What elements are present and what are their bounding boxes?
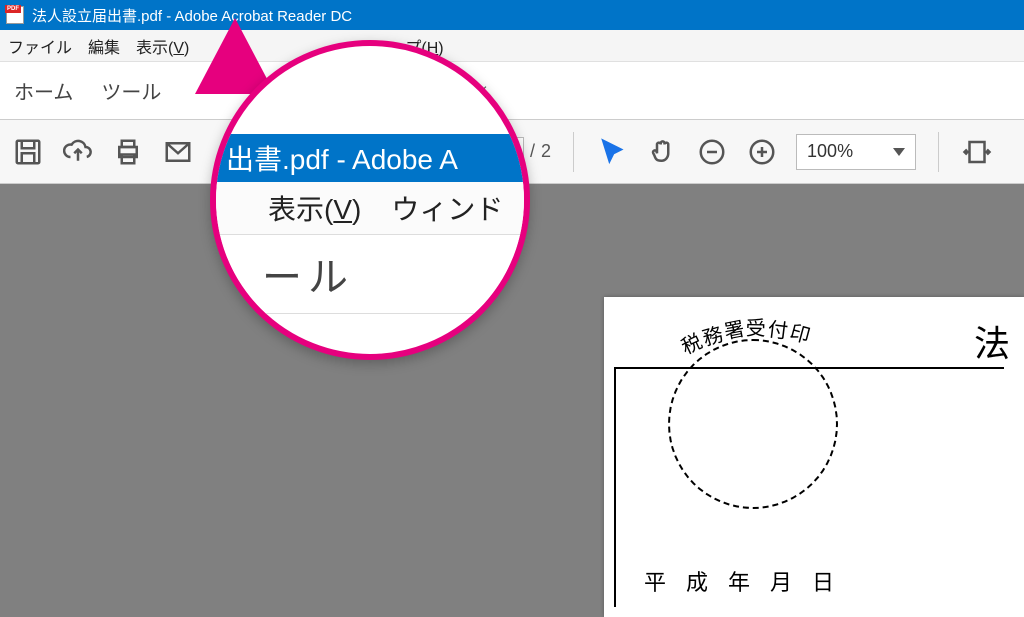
page-total: 2 <box>541 141 551 162</box>
app-icon <box>6 6 24 24</box>
hand-tool-icon[interactable] <box>646 136 678 168</box>
print-icon[interactable] <box>112 136 144 168</box>
zoom-value: 100% <box>807 141 853 162</box>
cloud-upload-icon[interactable] <box>62 136 94 168</box>
mag-titlebar: 出書.pdf - Adobe A <box>210 134 530 182</box>
mag-tab: ール <box>216 234 530 314</box>
chevron-down-icon <box>893 148 905 156</box>
zoom-in-icon[interactable] <box>746 136 778 168</box>
menu-file[interactable]: ファイル <box>8 34 72 58</box>
tab-home[interactable]: ホーム <box>14 76 73 105</box>
doc-heading-char: 法 <box>974 315 1010 367</box>
separator <box>573 132 574 172</box>
page-canvas: 法 税務署受付印 平成年月日 <box>604 297 1024 617</box>
pointer-tool-icon[interactable] <box>596 136 628 168</box>
zoom-out-icon[interactable] <box>696 136 728 168</box>
menu-edit[interactable]: 編集 <box>88 34 120 58</box>
magnifier-callout: 出書.pdf - Adobe A 表示(V) ウィンド ール <box>210 40 530 360</box>
tab-tools[interactable]: ツール <box>101 76 161 105</box>
mag-menubar: 表示(V) ウィンド <box>216 182 530 234</box>
separator <box>938 132 939 172</box>
fit-width-icon[interactable] <box>961 136 993 168</box>
mail-icon[interactable] <box>162 136 194 168</box>
menu-view[interactable]: 表示(V) <box>136 34 189 58</box>
date-row: 平成年月日 <box>644 565 854 597</box>
zoom-select[interactable]: 100% <box>796 134 916 170</box>
window-titlebar: 法人設立届出書.pdf - Adobe Acrobat Reader DC <box>0 0 1024 30</box>
save-icon[interactable] <box>12 136 44 168</box>
